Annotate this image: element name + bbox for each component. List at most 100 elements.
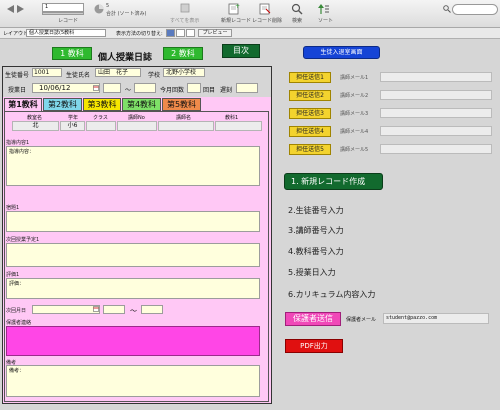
col-subject: 教科1 bbox=[225, 115, 239, 121]
step5-label: 5.授業日入力 bbox=[288, 268, 336, 277]
student-name-label: 生徒氏名 bbox=[66, 72, 91, 79]
school-label: 学校 bbox=[148, 72, 161, 79]
student-no-field[interactable]: 1001 bbox=[32, 68, 62, 77]
delete-record-icon[interactable] bbox=[259, 3, 271, 15]
student-entry-button[interactable]: 生徒入退室画面 bbox=[303, 46, 380, 59]
teacher-send-button-5[interactable]: 担任送信5 bbox=[289, 144, 331, 155]
tab-subject2[interactable]: 第2教科 bbox=[43, 98, 82, 111]
back-arrow-icon[interactable] bbox=[5, 4, 15, 14]
next-time-start-field[interactable] bbox=[103, 305, 125, 314]
record-label: レコード bbox=[58, 18, 79, 24]
teacher-mail-field-2[interactable] bbox=[380, 90, 492, 100]
remarks-placeholder: 備考： bbox=[9, 368, 25, 374]
teacher-mail-label-4: 講師メール4 bbox=[340, 129, 369, 135]
tab-subject3[interactable]: 第3教科 bbox=[83, 98, 121, 111]
step1-new-record-button[interactable]: 1. 新規レコード作成 bbox=[284, 173, 383, 190]
next-plan-field[interactable] bbox=[6, 243, 260, 267]
view-list-icon[interactable] bbox=[176, 29, 185, 37]
new-record-icon[interactable]: + bbox=[228, 3, 240, 15]
sort-icon[interactable] bbox=[318, 3, 330, 15]
next-time-end-field[interactable] bbox=[141, 305, 163, 314]
guardian-mail-field[interactable]: student@pazzo.com bbox=[383, 313, 489, 324]
record-slider[interactable] bbox=[42, 12, 84, 15]
new-record-button[interactable]: 新規レコード bbox=[221, 17, 251, 24]
next-date-calendar-icon[interactable] bbox=[93, 306, 99, 312]
grade-cell[interactable]: 小6 bbox=[60, 121, 85, 131]
tab-subject1[interactable]: 第1教科 bbox=[4, 98, 42, 111]
next-tilde-label: ～ bbox=[130, 307, 137, 315]
subject1-button[interactable]: 1 教科 bbox=[52, 47, 92, 60]
layout-bar: レイアウト: 個人授業日誌(5教科 表示方法の切り替え: プレビュー bbox=[0, 28, 500, 39]
student-no-label: 生徒番号 bbox=[5, 72, 30, 79]
next-date-field[interactable] bbox=[32, 305, 100, 314]
teacher-mail-label-5: 講師メール5 bbox=[340, 147, 369, 153]
evaluation-placeholder: 評価： bbox=[9, 281, 25, 287]
show-all-icon[interactable] bbox=[180, 3, 190, 13]
step6-label: 6.カリキュラム内容入力 bbox=[288, 290, 376, 299]
teacher-send-button-3[interactable]: 担任送信3 bbox=[289, 108, 331, 119]
subject2-button[interactable]: 2 教科 bbox=[163, 47, 203, 60]
subject-tabs: 第1教科 第2教科 第3教科 第4教科 第5教科 bbox=[4, 98, 269, 112]
view-table-icon[interactable] bbox=[186, 29, 195, 37]
session-count-field[interactable] bbox=[187, 83, 201, 93]
guardian-label: 保護者連絡 bbox=[6, 320, 32, 326]
teacher-mail-field-4[interactable] bbox=[380, 126, 492, 136]
student-name-field[interactable]: 山田 花子 bbox=[95, 68, 141, 77]
remarks-field[interactable]: 備考： bbox=[6, 365, 260, 397]
subject-cell[interactable] bbox=[215, 121, 262, 131]
teacher-send-button-2[interactable]: 担任送信2 bbox=[289, 90, 331, 101]
svg-text:+: + bbox=[235, 3, 240, 10]
teacher-mail-field-3[interactable] bbox=[380, 108, 492, 118]
late-field[interactable] bbox=[236, 83, 258, 93]
tab-subject4[interactable]: 第4教科 bbox=[122, 98, 161, 111]
record-count: 5 bbox=[106, 3, 110, 9]
school-field[interactable]: 北野小学校 bbox=[163, 68, 205, 77]
teacher-mail-label-2: 講師メール2 bbox=[340, 93, 369, 99]
col-classroom: 教室名 bbox=[27, 115, 43, 121]
pie-icon bbox=[94, 4, 104, 14]
time-start-field[interactable] bbox=[103, 83, 121, 93]
search-icon bbox=[443, 5, 451, 13]
step2-label: 2.生徒番号入力 bbox=[288, 206, 344, 215]
find-icon[interactable] bbox=[291, 3, 303, 15]
teacher-send-button-1[interactable]: 担任送信1 bbox=[289, 72, 331, 83]
layout-value: 個人授業日誌(5教科 bbox=[29, 30, 75, 36]
record-count-label: 合計 (ソート済み) bbox=[106, 11, 147, 17]
step3-label: 3.講師番号入力 bbox=[288, 226, 344, 235]
teacher-name-cell[interactable] bbox=[158, 121, 214, 131]
calendar-icon[interactable] bbox=[93, 85, 99, 91]
tab-subject5[interactable]: 第5教科 bbox=[162, 98, 201, 111]
preview-button[interactable]: プレビュー bbox=[198, 29, 232, 37]
classroom-cell[interactable]: 北 bbox=[12, 121, 59, 131]
teacher-mail-field-1[interactable] bbox=[380, 72, 492, 82]
delete-record-button[interactable]: レコード削除 bbox=[252, 17, 282, 24]
homework-field[interactable] bbox=[6, 211, 260, 232]
record-number-input[interactable]: 1 bbox=[42, 3, 84, 12]
col-teacher-no: 講師No bbox=[128, 115, 145, 121]
teacher-mail-field-5[interactable] bbox=[380, 144, 492, 154]
guardian-send-button[interactable]: 保護者送信 bbox=[285, 312, 341, 326]
sort-button[interactable]: ソート bbox=[318, 17, 333, 24]
toc-button[interactable]: 目次 bbox=[222, 44, 260, 58]
forward-arrow-icon[interactable] bbox=[16, 4, 26, 14]
show-all-button[interactable]: すべてを表示 bbox=[170, 17, 199, 24]
teacher-no-cell[interactable] bbox=[117, 121, 157, 131]
class-cell[interactable] bbox=[86, 121, 116, 131]
time-end-field[interactable] bbox=[134, 83, 156, 93]
guidance-placeholder: 指導内容： bbox=[9, 149, 35, 155]
guardian-field[interactable] bbox=[6, 326, 260, 356]
page-title: 個人授業日誌 bbox=[98, 53, 153, 63]
teacher-mail-label-1: 講師メール1 bbox=[340, 75, 369, 81]
tilde-label: ～ bbox=[125, 87, 132, 94]
find-button[interactable]: 検索 bbox=[292, 17, 302, 24]
pdf-export-button[interactable]: PDF出力 bbox=[285, 339, 343, 353]
search-input[interactable] bbox=[452, 4, 498, 15]
col-teacher-name: 講師名 bbox=[176, 115, 192, 121]
evaluation-field[interactable]: 評価： bbox=[6, 278, 260, 299]
layout-select[interactable]: 個人授業日誌(5教科 bbox=[26, 29, 106, 37]
view-form-icon[interactable] bbox=[166, 29, 175, 37]
class-date-field[interactable]: 10/06/12 bbox=[32, 83, 100, 93]
guidance-field[interactable]: 指導内容： bbox=[6, 146, 260, 186]
teacher-send-button-4[interactable]: 担任送信4 bbox=[289, 126, 331, 137]
guardian-mail-label: 保護者メール bbox=[346, 317, 377, 323]
